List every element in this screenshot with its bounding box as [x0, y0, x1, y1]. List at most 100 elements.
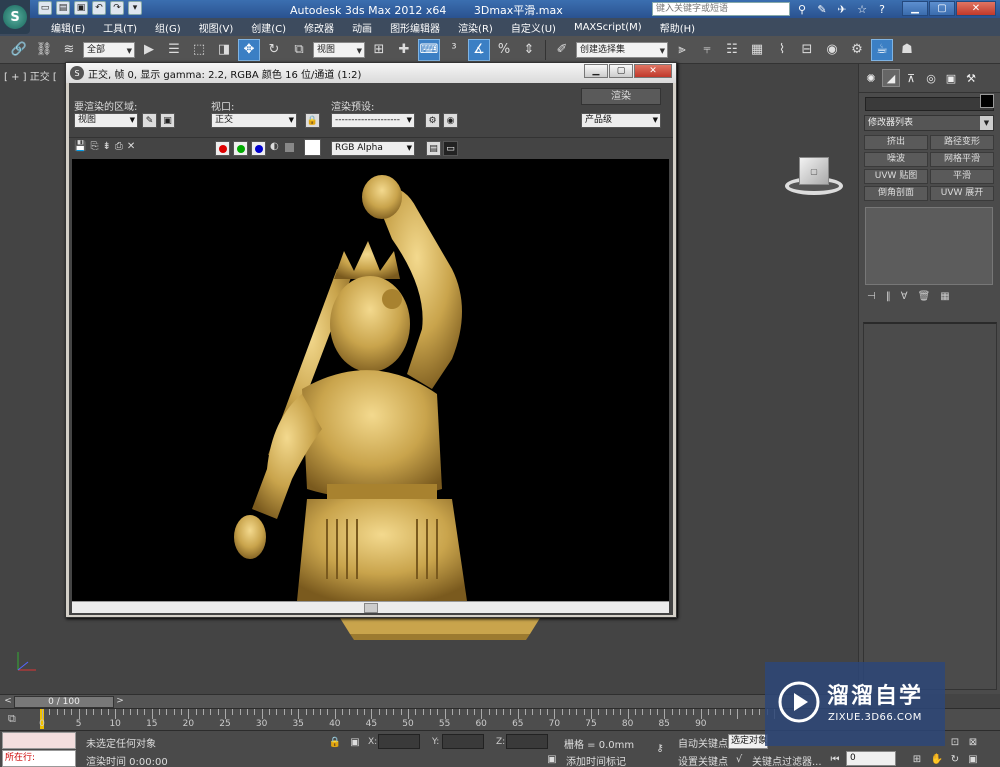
render-setup-icon-small[interactable]: ⚙	[425, 113, 440, 128]
modifier-button[interactable]: UVW 贴图	[864, 169, 928, 184]
rotate-icon[interactable]: ↻	[263, 39, 285, 61]
mirror-icon[interactable]: ⫸	[671, 39, 693, 61]
maximize-button[interactable]: ▢	[929, 1, 955, 16]
orbit-icon[interactable]: ↻	[948, 752, 962, 766]
render-preset-dropdown[interactable]: --------------------	[331, 113, 415, 128]
scale-icon[interactable]: ⧉	[288, 39, 310, 61]
key-filters-button[interactable]: 关键点过滤器...	[752, 753, 822, 767]
modifier-list-dropdown[interactable]: 修改器列表	[864, 115, 994, 131]
mini-curve-editor-icon[interactable]: ⧉	[8, 712, 24, 728]
prev-frame-arrow-icon[interactable]: <	[2, 696, 14, 708]
edit-named-selection-icon[interactable]: ✐	[551, 39, 573, 61]
menu-item[interactable]: 修改器	[295, 20, 343, 35]
viewcube-box[interactable]: ▢	[799, 157, 829, 185]
select-manipulate-icon[interactable]: ✚	[393, 39, 415, 61]
bind-space-warp-icon[interactable]: ≋	[58, 39, 80, 61]
toggle-ui-overlay-icon[interactable]: ▤	[426, 141, 441, 156]
z-coordinate-field[interactable]	[506, 734, 548, 749]
print-image-icon[interactable]: ⎙	[115, 141, 123, 152]
next-frame-arrow-icon[interactable]: >	[114, 696, 126, 708]
viewport-label[interactable]: [ + ] 正交 [	[4, 68, 57, 83]
absolute-mode-icon[interactable]: ▣	[348, 735, 362, 749]
search-input[interactable]: 键入关键字或短语	[652, 2, 790, 16]
maxscript-line[interactable]: 所在行:	[2, 750, 76, 767]
clone-window-icon[interactable]: ⇟	[102, 141, 110, 152]
window-crossing-icon[interactable]: ◨	[213, 39, 235, 61]
rfw-title-bar[interactable]: S 正交, 帧 0, 显示 gamma: 2.2, RGBA 颜色 16 位/通…	[66, 63, 676, 83]
render-button[interactable]: 渲染	[581, 88, 661, 105]
menu-item[interactable]: 编辑(E)	[42, 20, 94, 35]
communication-icon[interactable]: ✈	[835, 2, 849, 16]
maximize-viewport-icon[interactable]: ▣	[966, 752, 980, 766]
copy-image-icon[interactable]: ⎘	[90, 141, 98, 152]
menu-item[interactable]: 视图(V)	[190, 20, 243, 35]
make-unique-icon[interactable]: ∀	[901, 291, 908, 302]
red-channel-toggle[interactable]	[215, 141, 230, 156]
material-editor-icon[interactable]: ◉	[821, 39, 843, 61]
environment-icon[interactable]: ◉	[443, 113, 458, 128]
x-coordinate-field[interactable]	[378, 734, 420, 749]
rfw-maximize-button[interactable]: ▢	[609, 64, 633, 78]
modifier-button[interactable]: 平滑	[930, 169, 994, 184]
green-channel-toggle[interactable]	[233, 141, 248, 156]
percent-snap-icon[interactable]: %	[493, 39, 515, 61]
go-to-start-icon[interactable]: ⏮	[828, 752, 842, 766]
menu-item[interactable]: MAXScript(M)	[565, 22, 651, 33]
modifier-button[interactable]: 挤出	[864, 135, 928, 150]
menu-item[interactable]: 工具(T)	[94, 20, 146, 35]
time-slider-thumb[interactable]: 0 / 100	[14, 696, 114, 708]
menu-item[interactable]: 创建(C)	[242, 20, 295, 35]
frame-ruler[interactable]: 0 5 10 15 20 25 30 35 40 45 50 55 60 65 70 75 80 85 90	[39, 709, 780, 731]
menu-item[interactable]: 动画	[343, 20, 381, 35]
rect-selection-icon[interactable]: ⬚	[188, 39, 210, 61]
dropdown-icon[interactable]: ▾	[128, 1, 142, 15]
viewport-select-dropdown[interactable]: 正交	[211, 113, 297, 128]
modifier-button[interactable]: 路径变形	[930, 135, 994, 150]
rendered-frame-window-icon[interactable]: ☕	[871, 38, 893, 61]
menu-item[interactable]: 自定义(U)	[502, 20, 565, 35]
auto-region-icon[interactable]: ▣	[160, 113, 175, 128]
zoom-extents-icon[interactable]: ⊞	[910, 752, 924, 766]
toggle-ui-icon[interactable]: ▭	[443, 141, 458, 156]
tools-icon[interactable]: ✎	[815, 2, 829, 16]
keyboard-shortcut-override-icon[interactable]: ⌨	[418, 38, 440, 61]
angle-snap-icon[interactable]: ∡	[468, 38, 490, 61]
current-frame-field[interactable]: 0	[846, 751, 896, 766]
selection-filter-dropdown[interactable]: 全部	[83, 41, 135, 58]
curve-icon[interactable]: √	[732, 752, 746, 766]
undo-icon[interactable]: ↶	[92, 1, 106, 15]
time-tag-icon[interactable]: ▣	[545, 752, 559, 766]
curve-editor-icon[interactable]: ⌇	[771, 39, 793, 61]
display-channel-dropdown[interactable]: RGB Alpha	[331, 141, 415, 156]
modify-tab-icon[interactable]: ◢	[882, 69, 900, 87]
clear-image-icon[interactable]: ✕	[127, 141, 135, 152]
hierarchy-tab-icon[interactable]: ⊼	[902, 69, 920, 87]
selection-lock-icon[interactable]: 🔒	[328, 735, 342, 749]
render-quality-dropdown[interactable]: 产品级	[581, 113, 661, 128]
pivot-icon[interactable]: ⊞	[368, 39, 390, 61]
zoom-region-icon[interactable]: ⊡	[948, 735, 962, 749]
add-time-tag[interactable]: 添加时间标记	[566, 753, 626, 767]
close-button[interactable]: ✕	[956, 1, 996, 16]
save-image-icon[interactable]: 💾	[74, 141, 86, 152]
create-tab-icon[interactable]: ✺	[862, 69, 880, 87]
binoculars-icon[interactable]: ⚲	[795, 2, 809, 16]
object-name-field[interactable]	[865, 97, 994, 111]
graphite-ribbon-icon[interactable]: ▦	[746, 39, 768, 61]
redo-icon[interactable]: ↷	[110, 1, 124, 15]
area-to-render-dropdown[interactable]: 视图	[74, 113, 138, 128]
zoom-all-icon[interactable]: ⊠	[966, 735, 980, 749]
render-setup-icon[interactable]: ⚙	[846, 39, 868, 61]
pan-icon[interactable]: ✋	[930, 752, 944, 766]
move-icon[interactable]: ✥	[238, 38, 260, 61]
modifier-button[interactable]: 网格平滑	[930, 152, 994, 167]
app-logo[interactable]: S	[0, 0, 30, 34]
maxscript-listener[interactable]	[2, 732, 76, 749]
align-icon[interactable]: ⫧	[696, 39, 718, 61]
blue-channel-toggle[interactable]	[251, 141, 266, 156]
spinner-snap-icon[interactable]: ⇕	[518, 39, 540, 61]
selected-dropdown[interactable]: 选定对象	[728, 734, 768, 749]
render-canvas[interactable]	[72, 159, 669, 601]
show-end-result-icon[interactable]: ‖	[886, 291, 891, 302]
horizontal-scrollbar[interactable]	[72, 601, 669, 613]
